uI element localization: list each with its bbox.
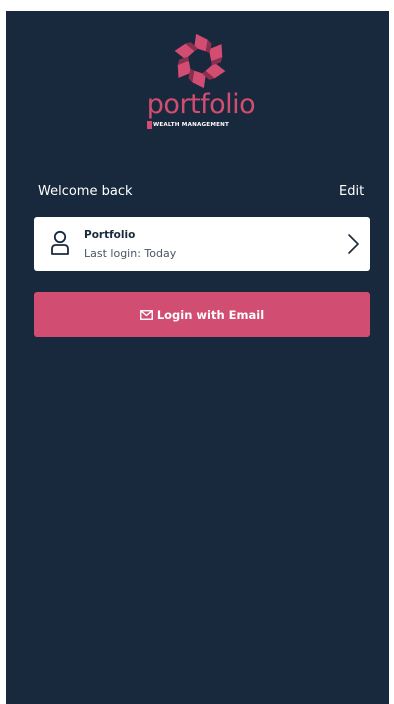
brand-tagline: WEALTH MANAGEMENT	[153, 122, 230, 128]
user-icon	[51, 230, 69, 255]
chevron-right-icon	[348, 234, 359, 254]
login-button-label: Login with Email	[156, 307, 265, 322]
login-screen: portfolio WEALTH MANAGEMENT Welcome back…	[6, 11, 389, 704]
welcome-title: Welcome back	[38, 184, 133, 199]
account-last-login: Last login: Today	[84, 247, 177, 260]
brand-name: portfolio	[146, 89, 256, 120]
mail-icon	[139, 309, 153, 320]
brand-underline	[147, 121, 152, 129]
account-card[interactable]: Portfolio Last login: Today	[34, 217, 370, 271]
pinwheel-logo-icon	[174, 33, 226, 89]
login-with-email-button[interactable]: Login with Email	[34, 292, 370, 337]
account-name: Portfolio	[84, 229, 136, 241]
edit-button[interactable]: Edit	[339, 184, 364, 199]
